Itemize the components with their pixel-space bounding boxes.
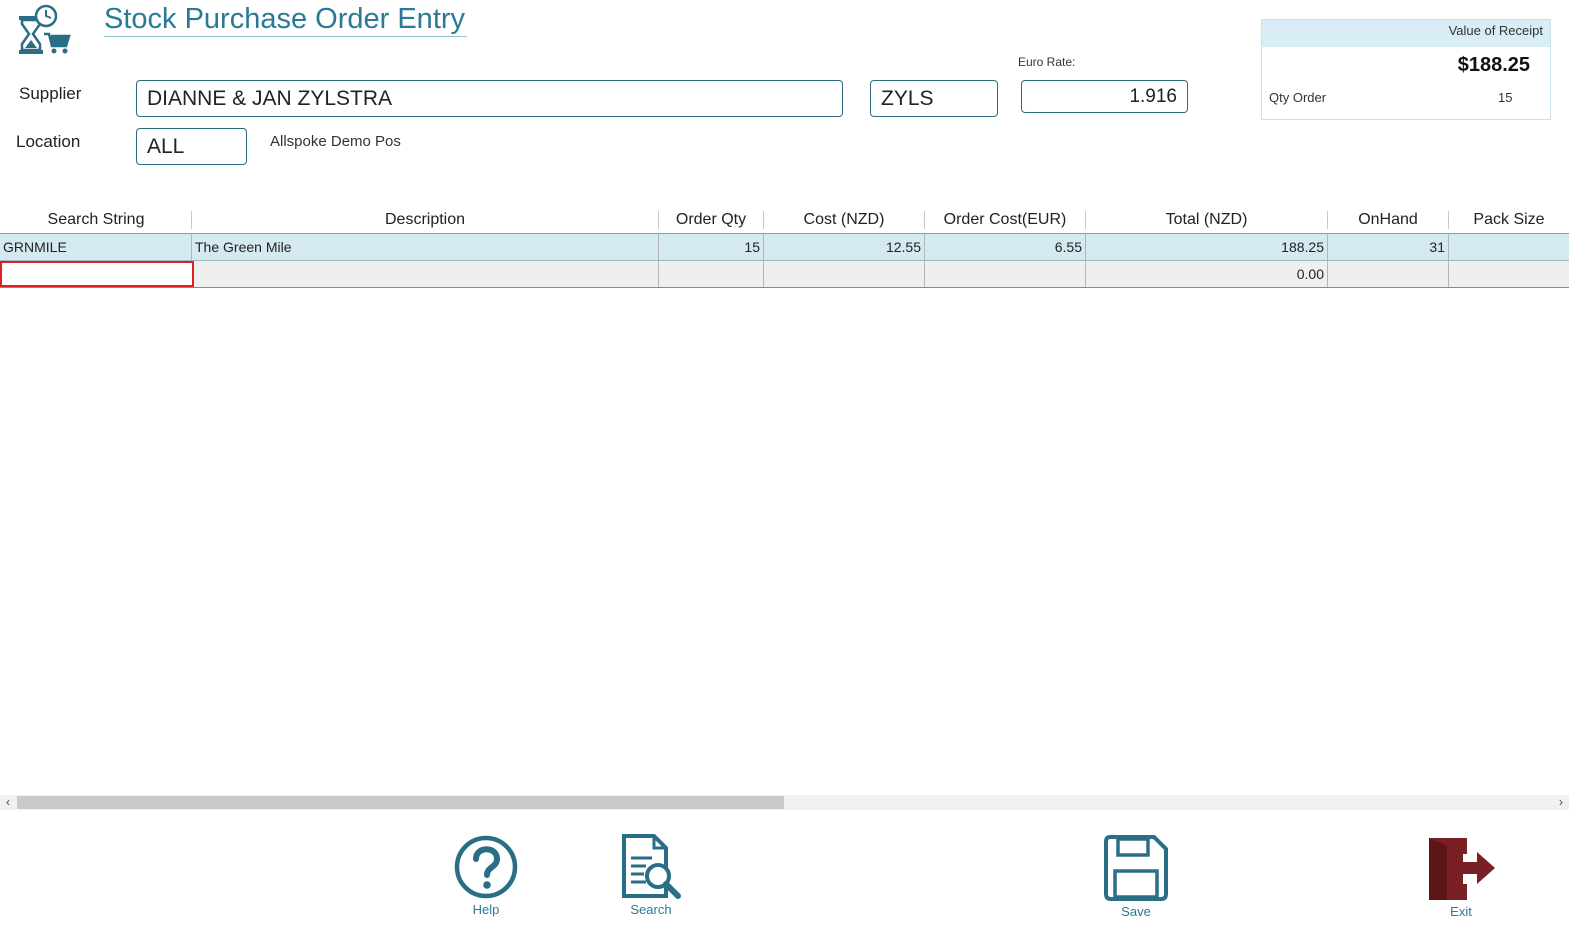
cell-total-nzd[interactable]: 0.00 [1086, 261, 1328, 287]
location-name: Allspoke Demo Pos [270, 133, 401, 150]
euro-rate-field[interactable]: 1.916 [1021, 80, 1188, 113]
save-label: Save [1121, 904, 1151, 919]
qty-order-value: 15 [1498, 90, 1513, 105]
scrollbar-thumb[interactable] [17, 796, 784, 809]
column-header-description[interactable]: Description [192, 207, 658, 233]
page-title: Stock Purchase Order Entry [104, 3, 468, 37]
cell-order-qty[interactable] [659, 261, 764, 287]
cell-pack-size[interactable] [1449, 234, 1569, 260]
column-header-total-nzd[interactable]: Total (NZD) [1086, 207, 1327, 233]
column-header-order-cost-eur[interactable]: Order Cost(EUR) [925, 207, 1085, 233]
search-button[interactable]: Search [612, 834, 690, 917]
exit-label: Exit [1450, 904, 1472, 919]
cell-order-cost-eur[interactable] [925, 261, 1086, 287]
cell-description[interactable] [194, 261, 659, 287]
cell-order-qty[interactable]: 15 [659, 234, 764, 260]
qty-order-label: Qty Order [1269, 90, 1327, 105]
supplier-label: Supplier [19, 84, 82, 103]
value-of-receipt-title: Value of Receipt [1262, 20, 1550, 47]
scroll-left-icon[interactable]: ‹ [1, 795, 15, 810]
table-row[interactable]: GRNMILE The Green Mile 15 12.55 6.55 188… [0, 234, 1569, 261]
euro-rate-label: Euro Rate: [1018, 55, 1076, 69]
floppy-disk-icon [1104, 835, 1168, 901]
cell-search-string[interactable]: GRNMILE [0, 234, 192, 260]
cell-cost-nzd[interactable] [764, 261, 925, 287]
cell-total-nzd[interactable]: 188.25 [1086, 234, 1328, 260]
table-row[interactable]: 0.00 [0, 261, 1569, 288]
scroll-right-icon[interactable]: › [1554, 795, 1568, 810]
column-header-pack-size[interactable]: Pack Size [1449, 207, 1569, 233]
help-label: Help [472, 902, 500, 917]
value-of-receipt-panel: Value of Receipt $188.25 Qty Order 15 [1261, 19, 1551, 120]
cell-order-cost-eur[interactable]: 6.55 [925, 234, 1086, 260]
cell-onhand[interactable]: 31 [1328, 234, 1449, 260]
location-label: Location [16, 132, 81, 151]
cell-pack-size[interactable] [1449, 261, 1569, 287]
help-button[interactable]: Help [450, 834, 522, 917]
order-lines-grid: Search String Description Order Qty Cost… [0, 207, 1569, 289]
search-label: Search [630, 902, 672, 917]
document-search-icon [622, 834, 681, 899]
exit-button[interactable]: Exit [1424, 834, 1498, 919]
horizontal-scrollbar[interactable]: ‹ › [0, 795, 1569, 810]
supplier-code-field[interactable]: ZYLS [870, 80, 998, 117]
cell-cost-nzd[interactable]: 12.55 [764, 234, 925, 260]
cell-description[interactable]: The Green Mile [192, 234, 659, 260]
column-header-onhand[interactable]: OnHand [1328, 207, 1448, 233]
cell-onhand[interactable] [1328, 261, 1449, 287]
supplier-name-field[interactable]: DIANNE & JAN ZYLSTRA [136, 80, 843, 117]
cell-search-string-input[interactable] [0, 261, 194, 287]
column-header-cost-nzd[interactable]: Cost (NZD) [764, 207, 924, 233]
help-icon [454, 835, 518, 899]
column-header-order-qty[interactable]: Order Qty [659, 207, 763, 233]
receipt-value: $188.25 [1457, 54, 1530, 76]
exit-door-icon [1429, 838, 1495, 900]
column-header-search-string[interactable]: Search String [0, 207, 192, 233]
location-code-field[interactable]: ALL [136, 128, 247, 165]
save-button[interactable]: Save [1100, 834, 1172, 919]
app-logo-icon [16, 4, 72, 58]
